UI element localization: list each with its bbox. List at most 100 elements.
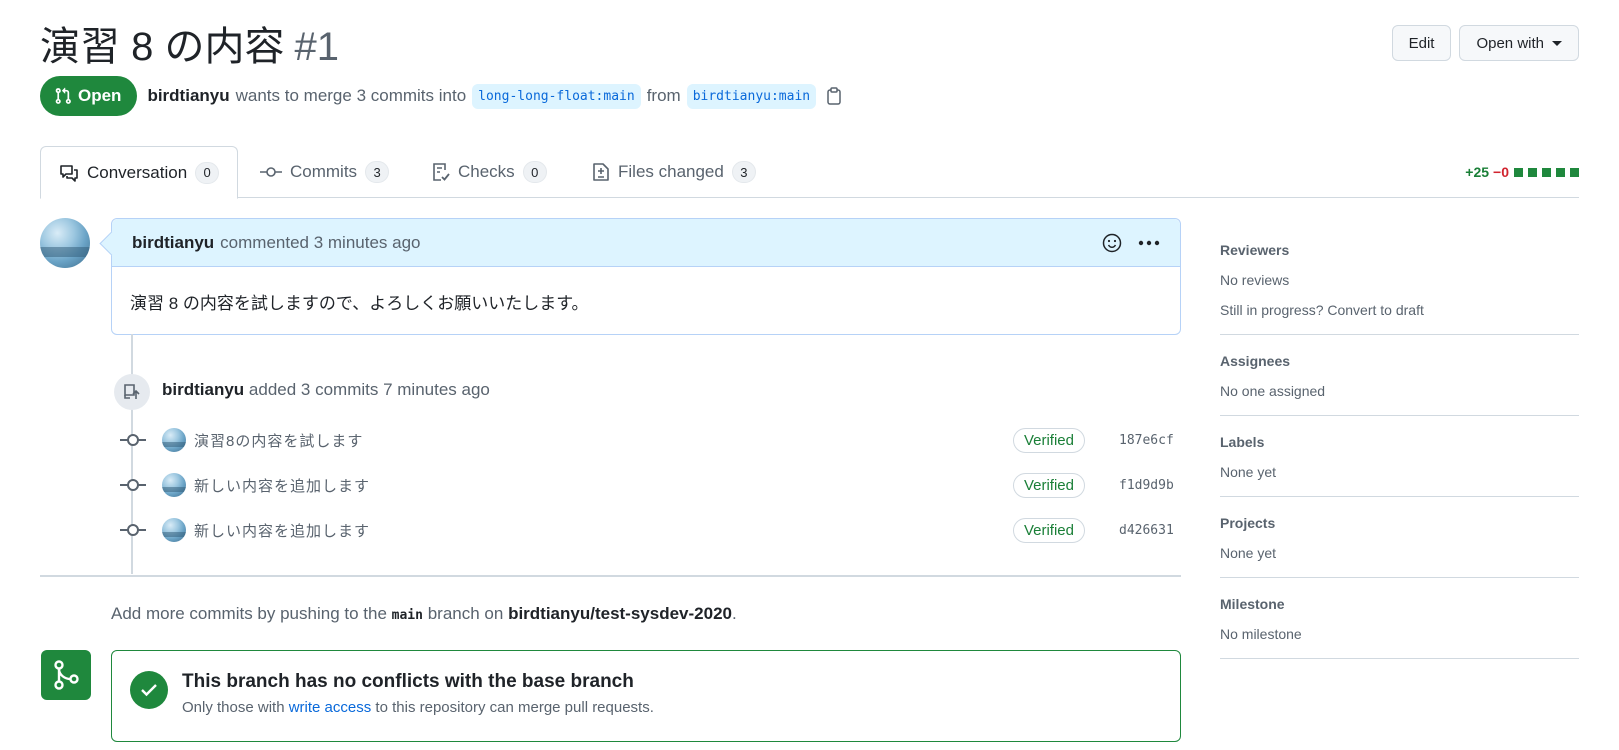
smiley-icon[interactable] [1102, 233, 1122, 253]
diffstat-block [1556, 167, 1565, 177]
push-text: added 3 commits 7 minutes ago [248, 380, 490, 399]
sidebar-value: No one assigned [1220, 383, 1326, 399]
tab-counter: 3 [365, 161, 390, 183]
git-pull-request-icon [55, 87, 71, 104]
tab-conversation[interactable]: Conversation 0 [40, 146, 239, 199]
commit-sha[interactable]: f1d9d9b [1119, 478, 1181, 493]
pr-title-text: 演習 8 の内容 [40, 25, 285, 69]
sidebar-heading[interactable]: Labels [1220, 434, 1579, 450]
push-author[interactable]: birdtianyu [162, 380, 244, 399]
kebab-horizontal-icon[interactable] [1138, 240, 1160, 246]
hint-prefix: Add more commits by pushing to the [111, 604, 387, 623]
base-branch[interactable]: long-long-float:main [472, 83, 641, 109]
tab-label: Commits [290, 162, 358, 181]
write-access-link[interactable]: write access [289, 699, 372, 716]
sidebar-milestone: Milestone No milestone [1220, 578, 1579, 659]
diffstat-block [1528, 167, 1537, 177]
commit-message[interactable]: 新しい内容を追加します [194, 475, 370, 496]
diffstat-block [1570, 167, 1579, 177]
push-event: birdtianyu added 3 commits 7 minutes ago [162, 380, 490, 400]
tab-checks[interactable]: Checks 0 [414, 146, 565, 198]
state-badge: Open [40, 76, 138, 116]
git-commit-icon [260, 167, 282, 177]
pr-number: #1 [294, 25, 339, 69]
sidebar-value: None yet [1220, 545, 1277, 561]
verified-badge[interactable]: Verified [1012, 427, 1085, 453]
diffstat-additions: +25 [1465, 164, 1490, 180]
git-merge-icon [41, 650, 91, 700]
state-label: Open [78, 86, 122, 105]
sidebar-heading[interactable]: Assignees [1220, 353, 1579, 369]
sidebar-heading[interactable]: Reviewers [1220, 242, 1579, 258]
timeline-break [40, 575, 1181, 577]
file-diff-icon [593, 163, 609, 181]
tab-label: Files changed [618, 162, 724, 181]
header-actions: Edit Open with [1391, 25, 1579, 61]
verified-badge[interactable]: Verified [1012, 472, 1085, 498]
git-commit-icon [120, 523, 146, 537]
commit-sha[interactable]: d426631 [1119, 523, 1181, 538]
merge-status-text: This branch has no conflicts with the ba… [182, 671, 654, 716]
sidebar-heading[interactable]: Projects [1220, 515, 1579, 531]
triangle-down-icon [1552, 40, 1562, 46]
commit-row: 新しい内容を追加します Verified f1d9d9b [120, 470, 1181, 500]
merge-sub-suffix: to this repository can merge pull reques… [375, 699, 654, 716]
commit-row: 演習8の内容を試します Verified 187e6cf [120, 425, 1181, 455]
tab-counter: 3 [731, 161, 756, 183]
merge-status-title: This branch has no conflicts with the ba… [182, 671, 634, 692]
commit-sha[interactable]: 187e6cf [1119, 433, 1181, 448]
open-with-button[interactable]: Open with [1459, 25, 1579, 61]
comment-body: 演習 8 の内容を試しますので、よろしくお願いいたします。 [130, 294, 589, 313]
avatar[interactable] [162, 428, 186, 452]
diffstat: +25 −0 [1465, 164, 1579, 180]
push-hint: Add more commits by pushing to the main … [111, 604, 737, 624]
merge-sub-prefix: Only those with [182, 699, 285, 716]
tab-counter: 0 [195, 161, 220, 184]
sidebar-heading[interactable]: Milestone [1220, 596, 1579, 612]
sidebar-assignees: Assignees No one assigned [1220, 335, 1579, 416]
avatar[interactable] [162, 518, 186, 542]
from-text: from [646, 86, 681, 105]
author-link[interactable]: birdtianyu [147, 86, 229, 106]
git-commit-icon [120, 433, 146, 447]
comment-discussion-icon [60, 164, 78, 182]
tab-label: Checks [458, 162, 515, 181]
avatar[interactable] [162, 473, 186, 497]
sidebar-value: No milestone [1220, 626, 1302, 642]
pr-tabs: Conversation 0 Commits 3 Checks 0 Files … [40, 146, 1579, 199]
sidebar-projects: Projects None yet [1220, 497, 1579, 578]
copy-icon[interactable] [826, 87, 842, 105]
open-with-label: Open with [1476, 34, 1544, 52]
check-icon [130, 671, 168, 709]
pr-status-row: Open birdtianyu wants to merge 3 commits… [40, 76, 842, 116]
head-branch[interactable]: birdtianyu:main [686, 83, 817, 109]
sidebar-value: No reviews [1220, 272, 1290, 288]
repo-push-icon [114, 374, 150, 410]
commit-row: 新しい内容を追加します Verified d426631 [120, 515, 1181, 545]
comment-author[interactable]: birdtianyu [132, 233, 214, 253]
avatar[interactable] [40, 218, 90, 268]
edit-button[interactable]: Edit [1391, 25, 1452, 61]
verified-badge[interactable]: Verified [1012, 517, 1085, 543]
hint-middle: branch on [427, 604, 504, 623]
comment-header: birdtianyu commented 3 minutes ago [112, 219, 1180, 267]
comment-box: birdtianyu commented 3 minutes ago 演習 8 … [111, 218, 1181, 335]
pr-meta: birdtianyu wants to merge 3 commits into… [147, 83, 842, 109]
checklist-icon [433, 163, 450, 181]
sidebar-reviewers: Reviewers No reviews Still in progress? … [1220, 232, 1579, 335]
pr-title: 演習 8 の内容 #1 [40, 14, 339, 72]
hint-repo: birdtianyu/test-sysdev-2020 [508, 604, 732, 623]
comment-actions [1102, 233, 1160, 253]
tab-label: Conversation [87, 162, 188, 182]
git-commit-icon [120, 478, 146, 492]
commit-message[interactable]: 演習8の内容を試します [194, 430, 363, 451]
tab-commits[interactable]: Commits 3 [242, 146, 407, 198]
diffstat-block [1542, 167, 1551, 177]
commit-message[interactable]: 新しい内容を追加します [194, 520, 370, 541]
comment-meta[interactable]: commented 3 minutes ago [220, 233, 420, 253]
tab-counter: 0 [522, 161, 547, 183]
diffstat-block [1514, 167, 1523, 177]
convert-to-draft-link[interactable]: Still in progress? Convert to draft [1220, 302, 1579, 318]
tab-files-changed[interactable]: Files changed 3 [574, 146, 774, 198]
sidebar-labels: Labels None yet [1220, 416, 1579, 497]
